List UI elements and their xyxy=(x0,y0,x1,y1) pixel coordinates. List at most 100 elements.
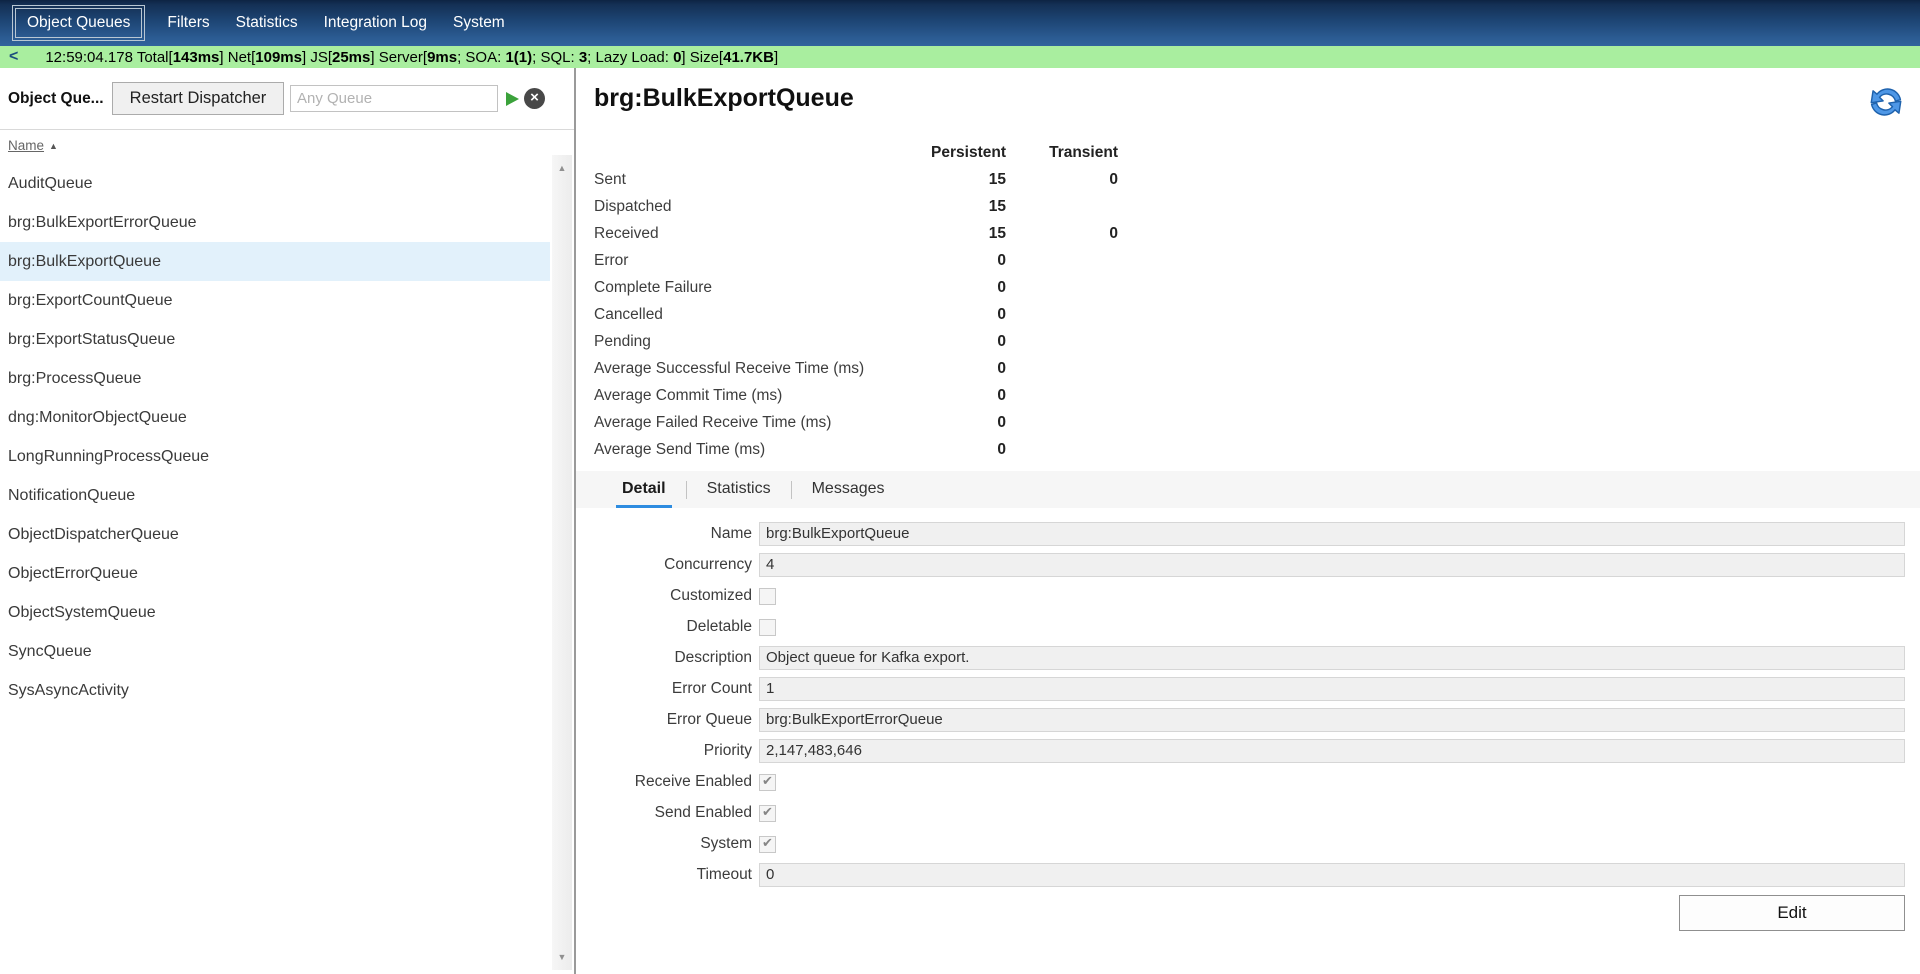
queue-list-item[interactable]: LongRunningProcessQueue xyxy=(0,437,550,476)
detail-tab[interactable]: Messages xyxy=(806,471,891,508)
queue-list-item[interactable]: NotificationQueue xyxy=(0,476,550,515)
stats-persistent-value: 0 xyxy=(906,387,1006,405)
stats-persistent-value: 0 xyxy=(906,360,1006,378)
form-text-field[interactable]: Object queue for Kafka export. xyxy=(759,646,1905,670)
form-label: Receive Enabled xyxy=(594,773,752,791)
form-row: Description Object queue for Kafka expor… xyxy=(594,645,1920,671)
form-row: Send Enabled xyxy=(594,800,1920,826)
sort-asc-icon: ▲ xyxy=(49,141,58,151)
stats-row: Dispatched 15 xyxy=(594,193,1920,220)
detail-tab[interactable]: Detail xyxy=(616,471,672,508)
list-sort-header: Name ▲ xyxy=(0,130,574,160)
queue-list-item[interactable]: brg:ProcessQueue xyxy=(0,359,550,398)
form-row: Timeout 0 xyxy=(594,862,1920,888)
queue-list-item[interactable]: SysAsyncActivity xyxy=(0,671,550,710)
form-label: Description xyxy=(594,649,752,667)
nav-tab[interactable]: Statistics xyxy=(223,0,311,46)
form-text-field[interactable]: brg:BulkExportErrorQueue xyxy=(759,708,1905,732)
stats-row: Cancelled 0 xyxy=(594,301,1920,328)
queue-list-item[interactable]: ObjectSystemQueue xyxy=(0,593,550,632)
tab-wrap: Detail xyxy=(616,471,672,508)
clear-filter-icon[interactable]: × xyxy=(524,88,545,109)
queue-search-input[interactable] xyxy=(290,85,498,112)
sort-by-name-link[interactable]: Name xyxy=(8,138,44,153)
stats-label: Average Failed Receive Time (ms) xyxy=(594,414,906,432)
stats-persistent-value: 15 xyxy=(906,171,1006,189)
stats-row: Sent 15 0 xyxy=(594,166,1920,193)
run-filter-icon[interactable] xyxy=(506,92,519,106)
stats-row: Average Send Time (ms) 0 xyxy=(594,436,1920,463)
form-label: Send Enabled xyxy=(594,804,752,822)
refresh-icon[interactable] xyxy=(1865,84,1907,120)
queue-stats-table: Persistent Transient Sent 15 0 Dispatche… xyxy=(594,139,1920,463)
queue-list: AuditQueue brg:BulkExportErrorQueue brg:… xyxy=(0,164,574,710)
main-split: Object Que... Restart Dispatcher × Name▲… xyxy=(0,68,1920,974)
stats-row: Complete Failure 0 xyxy=(594,274,1920,301)
nav-tab[interactable]: Integration Log xyxy=(311,0,440,46)
queue-list-item[interactable]: brg:ExportCountQueue xyxy=(0,281,550,320)
edit-button[interactable]: Edit xyxy=(1679,895,1905,931)
top-nav-bar: Object Queues Filters Statistics Integra… xyxy=(0,0,1920,46)
queue-detail-form: Name brg:BulkExportQueue Concurrency 4 C… xyxy=(594,521,1920,888)
stats-row: Average Failed Receive Time (ms) 0 xyxy=(594,409,1920,436)
queue-list-item[interactable]: brg:ExportStatusQueue xyxy=(0,320,550,359)
form-checkbox[interactable] xyxy=(759,836,776,853)
stats-col-persistent: Persistent xyxy=(906,144,1006,162)
stats-label: Average Commit Time (ms) xyxy=(594,387,906,405)
form-text-field[interactable]: brg:BulkExportQueue xyxy=(759,522,1905,546)
actions-row: Edit xyxy=(594,895,1905,931)
queue-list-item[interactable]: AuditQueue xyxy=(0,164,550,203)
tab-separator xyxy=(686,481,687,499)
queue-list-item[interactable]: ObjectDispatcherQueue xyxy=(0,515,550,554)
timing-segment: ] Size[ xyxy=(681,49,723,66)
stats-label: Received xyxy=(594,225,906,243)
form-checkbox[interactable] xyxy=(759,805,776,822)
timing-segment: ; Lazy Load: xyxy=(587,49,673,66)
detail-tab-bar: Detail Statistics Messages xyxy=(576,471,1920,508)
stats-row: Error 0 xyxy=(594,247,1920,274)
scroll-up-icon[interactable]: ▲ xyxy=(552,163,572,173)
form-checkbox[interactable] xyxy=(759,619,776,636)
scroll-down-icon[interactable]: ▼ xyxy=(552,952,572,962)
restart-dispatcher-button[interactable]: Restart Dispatcher xyxy=(112,82,284,115)
form-text-field[interactable]: 2,147,483,646 xyxy=(759,739,1905,763)
form-text-field[interactable]: 1 xyxy=(759,677,1905,701)
queue-list-item[interactable]: brg:BulkExportQueue xyxy=(0,242,550,281)
tab-wrap: Statistics xyxy=(672,471,777,508)
collapse-chevron-icon[interactable]: < xyxy=(9,48,18,66)
queue-list-item[interactable]: SyncQueue xyxy=(0,632,550,671)
queue-detail-panel: brg:BulkExportQueue Persistent Transient… xyxy=(576,68,1920,974)
form-checkbox[interactable] xyxy=(759,588,776,605)
stats-persistent-value: 0 xyxy=(906,441,1006,459)
form-row: Concurrency 4 xyxy=(594,552,1920,578)
queue-list-item[interactable]: brg:BulkExportErrorQueue xyxy=(0,203,550,242)
timing-segment: 9ms xyxy=(427,49,457,66)
nav-tab[interactable]: Object Queues xyxy=(12,5,145,41)
form-row: System xyxy=(594,831,1920,857)
queue-list-item[interactable]: ObjectErrorQueue xyxy=(0,554,550,593)
stats-col-transient: Transient xyxy=(1006,144,1118,162)
stats-header-row: Persistent Transient xyxy=(594,139,1920,166)
timing-segment: 109ms xyxy=(255,49,302,66)
timing-segment: 12:59:04.178 Total[ xyxy=(45,49,172,66)
form-text-field[interactable]: 0 xyxy=(759,863,1905,887)
queue-list-item[interactable]: dng:MonitorObjectQueue xyxy=(0,398,550,437)
nav-tab-label: Filters xyxy=(154,14,222,32)
form-label: Customized xyxy=(594,587,752,605)
stats-label: Cancelled xyxy=(594,306,906,324)
detail-tab[interactable]: Statistics xyxy=(701,471,777,508)
vertical-scrollbar[interactable]: ▲ ▼ xyxy=(552,155,572,970)
form-text-field[interactable]: 4 xyxy=(759,553,1905,577)
stats-rows: Sent 15 0 Dispatched 15 Received 15 0 xyxy=(594,166,1920,463)
nav-tab-label: Statistics xyxy=(223,14,311,32)
form-label: Deletable xyxy=(594,618,752,636)
form-row: Error Count 1 xyxy=(594,676,1920,702)
form-checkbox[interactable] xyxy=(759,774,776,791)
timing-segment: 41.7KB xyxy=(723,49,774,66)
form-row: Deletable xyxy=(594,614,1920,640)
form-row: Receive Enabled xyxy=(594,769,1920,795)
nav-tab[interactable]: Filters xyxy=(154,0,222,46)
stats-label: Pending xyxy=(594,333,906,351)
nav-tab[interactable]: System xyxy=(440,0,518,46)
form-row: Error Queue brg:BulkExportErrorQueue xyxy=(594,707,1920,733)
